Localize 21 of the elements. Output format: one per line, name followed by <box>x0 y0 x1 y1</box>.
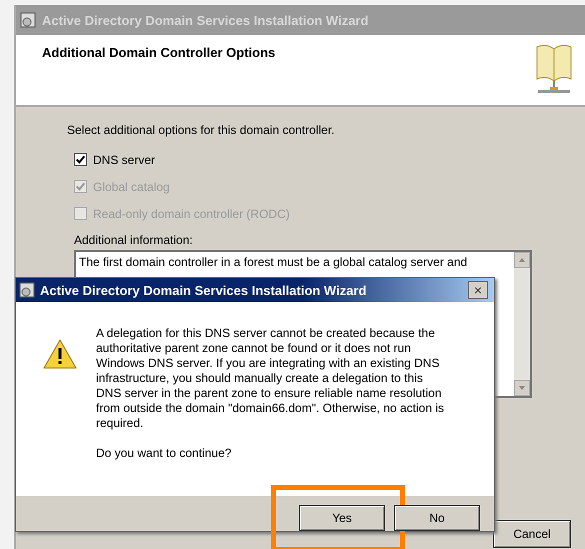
option-checkbox[interactable]: DNS server <box>74 146 156 173</box>
window-title: Active Directory Domain Services Installation Wizard <box>42 12 368 28</box>
check-icon <box>75 154 86 165</box>
dialog-title: Active Directory Domain Services Installation Wizard <box>40 282 368 298</box>
app-icon <box>20 12 36 28</box>
scroll-up-icon[interactable] <box>514 252 530 268</box>
scrollbar[interactable] <box>514 252 530 396</box>
question-text: Do you want to continue? <box>96 446 232 461</box>
app-icon <box>19 282 35 298</box>
yes-button[interactable]: Yes <box>299 505 385 531</box>
warning-icon <box>42 338 78 370</box>
info-text: The first domain controller in a forest must be a global catalog server and <box>79 255 468 269</box>
message-text: A delegation for this DNS server cannot be created because the authoritative parent zone cannot be found or it does not run Windows DNS server. If you are integrating with an existing DNS infrastructure, you should manually create a delegation to this DNS server in the parent zone to ensure reliable name resolution from outside the domain "domain66.dom". Otherwise, no action is required. <box>96 326 446 431</box>
check-icon <box>75 181 86 192</box>
instruction-text: Select additional options for this domain controller. <box>67 123 334 137</box>
cancel-button[interactable]: Cancel <box>493 520 571 548</box>
no-button[interactable]: No <box>394 505 480 531</box>
page-heading: Additional Domain Controller Options <box>42 45 276 60</box>
info-label: Additional information: <box>74 233 193 247</box>
close-button[interactable]: × <box>468 281 488 299</box>
scroll-down-icon[interactable] <box>514 380 530 396</box>
